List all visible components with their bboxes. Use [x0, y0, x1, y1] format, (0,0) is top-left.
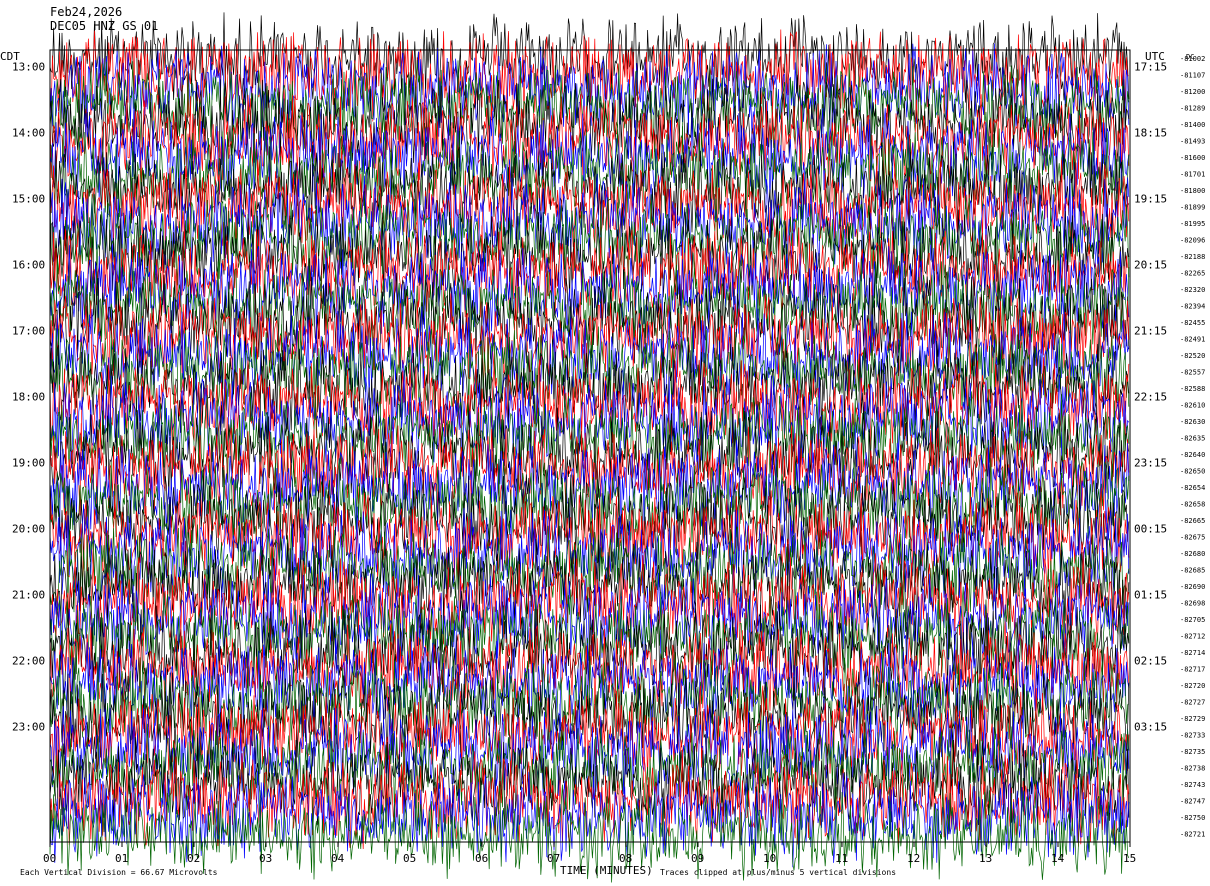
left-hour-labels: 13:00 14:00 15:00 16:00 17:00 18:00 19:00 20:00… — [12, 61, 45, 734]
dc-offset-label: -82394 — [1180, 302, 1205, 310]
dc-offset-label: -81289 — [1180, 104, 1205, 112]
x-tick-label: 10 — [763, 852, 776, 865]
utc-hour-label: 23:15 — [1134, 457, 1167, 470]
dc-offset-label: -82610 — [1180, 401, 1205, 409]
dc-offset-label: -82265 — [1180, 269, 1205, 277]
x-tick-label: 15 — [1123, 852, 1136, 865]
dc-offset-label: -82635 — [1180, 434, 1205, 442]
dc-offset-label: -82680 — [1180, 550, 1205, 558]
dc-offset-label: -82588 — [1180, 385, 1205, 393]
utc-hour-label: 22:15 — [1134, 391, 1167, 404]
cdt-hour-label: 18:00 — [12, 391, 45, 404]
dc-offset-label: -82630 — [1180, 418, 1205, 426]
cdt-hour-label: 21:00 — [12, 589, 45, 602]
cdt-hour-label: 19:00 — [12, 457, 45, 470]
dc-offset-label: -82654 — [1180, 484, 1205, 492]
dc-offset-label: -82665 — [1180, 517, 1205, 525]
dc-offset-label: -81493 — [1180, 137, 1205, 145]
dc-offset-labels: -81002 -81107 -81200 -81289 -81400 -81493 -816… — [1180, 55, 1205, 838]
dc-offset-label: -82738 — [1180, 764, 1205, 772]
dc-offset-label: -81400 — [1180, 121, 1205, 129]
dc-offset-label: -82729 — [1180, 715, 1205, 723]
dc-offset-label: -82690 — [1180, 583, 1205, 591]
dc-offset-label: -82650 — [1180, 467, 1205, 475]
x-axis-title: TIME (MINUTES) — [560, 864, 653, 877]
dc-offset-label: -82491 — [1180, 335, 1205, 343]
utc-hour-label: 20:15 — [1134, 259, 1167, 272]
x-tick-label: 13 — [979, 852, 992, 865]
utc-hour-label: 00:15 — [1134, 523, 1167, 536]
dc-offset-label: -82096 — [1180, 236, 1205, 244]
dc-offset-label: -82735 — [1180, 748, 1205, 756]
x-tick-label: 07 — [547, 852, 560, 865]
x-tick-label: 03 — [259, 852, 272, 865]
scale-note: Each Vertical Division = 66.67 Microvolt… — [20, 868, 218, 877]
x-tick-label: 12 — [907, 852, 920, 865]
dc-offset-label: -82747 — [1180, 797, 1205, 805]
x-tick-label: 06 — [475, 852, 488, 865]
utc-hour-label: 01:15 — [1134, 589, 1167, 602]
utc-hour-label: 18:15 — [1134, 127, 1167, 140]
helicorder-plot: CDT UTC DC 13:0014:0015:0016:0017:0018:0… — [0, 12, 1205, 883]
x-tick-label: 04 — [331, 852, 345, 865]
cdt-hour-label: 17:00 — [12, 325, 45, 338]
right-hour-labels: 17:15 18:15 19:15 20:15 21:15 22:15 23:15 00:15… — [1134, 61, 1167, 734]
dc-offset-label: -81200 — [1180, 88, 1205, 96]
cdt-hour-label: 20:00 — [12, 523, 45, 536]
dc-offset-label: -81800 — [1180, 187, 1205, 195]
utc-hour-label: 02:15 — [1134, 655, 1167, 668]
dc-offset-label: -82717 — [1180, 665, 1205, 673]
dc-offset-label: -82658 — [1180, 500, 1205, 508]
dc-offset-label: -81995 — [1180, 220, 1205, 228]
dc-offset-label: -81600 — [1180, 154, 1205, 162]
cdt-hour-label: 16:00 — [12, 259, 45, 272]
dc-offset-label: -82705 — [1180, 616, 1205, 624]
x-tick-label: 00 — [43, 852, 56, 865]
dc-offset-label: -81701 — [1180, 170, 1205, 178]
cdt-hour-label: 14:00 — [12, 127, 45, 140]
trace-group — [49, 12, 1130, 883]
dc-offset-label: -82733 — [1180, 731, 1205, 739]
dc-offset-label: -81107 — [1180, 71, 1205, 79]
dc-offset-label: -82750 — [1180, 814, 1205, 822]
dc-offset-label: -82557 — [1180, 368, 1205, 376]
dc-offset-label: -82455 — [1180, 319, 1205, 327]
dc-offset-label: -81899 — [1180, 203, 1205, 211]
x-tick-label: 11 — [835, 852, 848, 865]
x-tick-label: 09 — [691, 852, 704, 865]
x-tick-label: 14 — [1051, 852, 1065, 865]
dc-offset-label: -82188 — [1180, 253, 1205, 261]
dc-offset-label: -82727 — [1180, 698, 1205, 706]
dc-offset-label: -82685 — [1180, 566, 1205, 574]
dc-offset-label: -82675 — [1180, 533, 1205, 541]
x-tick-label: 01 — [115, 852, 128, 865]
cdt-hour-label: 13:00 — [12, 61, 45, 74]
dc-offset-label: -82721 — [1180, 830, 1205, 838]
dc-offset-label: -82714 — [1180, 649, 1205, 657]
dc-offset-label: -81002 — [1180, 55, 1205, 63]
utc-hour-label: 19:15 — [1134, 193, 1167, 206]
utc-hour-label: 03:15 — [1134, 721, 1167, 734]
dc-offset-label: -82698 — [1180, 599, 1205, 607]
cdt-hour-label: 15:00 — [12, 193, 45, 206]
dc-offset-label: -82320 — [1180, 286, 1205, 294]
dc-offset-label: -82640 — [1180, 451, 1205, 459]
cdt-hour-label: 22:00 — [12, 655, 45, 668]
dc-offset-label: -82520 — [1180, 352, 1205, 360]
x-tick-label: 02 — [187, 852, 200, 865]
dc-offset-label: -82743 — [1180, 781, 1205, 789]
utc-hour-label: 17:15 — [1134, 61, 1167, 74]
clip-note: Traces clipped at plus/minus 5 vertical … — [660, 868, 897, 877]
dc-offset-label: -82720 — [1180, 682, 1205, 690]
dc-offset-label: -82712 — [1180, 632, 1205, 640]
utc-hour-label: 21:15 — [1134, 325, 1167, 338]
x-tick-label: 05 — [403, 852, 416, 865]
cdt-hour-label: 23:00 — [12, 721, 45, 734]
